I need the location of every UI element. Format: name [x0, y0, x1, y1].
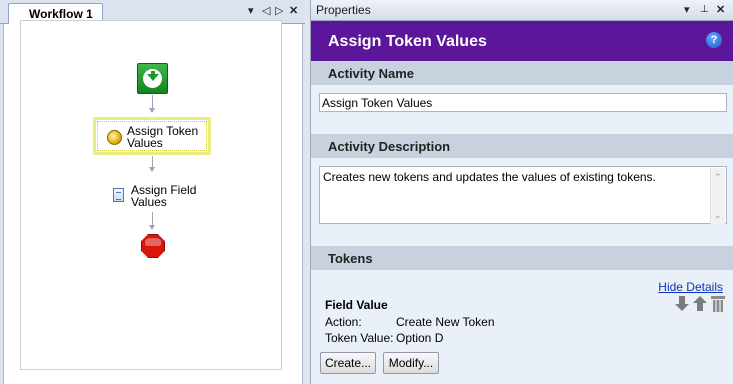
dropdown-icon[interactable]: ▾	[684, 3, 690, 17]
scroll-left-icon[interactable]: ◁	[262, 4, 270, 18]
connector-line	[152, 212, 153, 226]
connector-line	[152, 95, 153, 109]
dropdown-icon[interactable]: ▾	[248, 4, 254, 18]
connector-arrow-icon	[149, 167, 155, 172]
description-scrollbar[interactable]: ⌃ ⌄	[710, 168, 725, 224]
connector-arrow-icon	[149, 108, 155, 113]
create-button[interactable]: Create...	[320, 352, 376, 374]
page-title: Assign Token Values	[328, 33, 487, 50]
activity-description-field[interactable]: Creates new tokens and updates the value…	[319, 166, 727, 224]
tab-label: Workflow 1	[29, 7, 93, 21]
token-action-label: Action:	[325, 315, 362, 329]
connector-arrow-icon	[149, 225, 155, 230]
activity-node-label: Assign Field Values	[131, 183, 197, 209]
properties-titlebar: Properties ▾ ⊥ ✕	[311, 0, 733, 21]
pin-icon[interactable]: ⊥	[700, 3, 709, 17]
activity-node-assign-field-values[interactable]: Assign Field Values	[113, 184, 203, 214]
activity-node-assign-token-values[interactable]: Assign Token Values	[93, 117, 211, 155]
token-value-label: Token Value:	[325, 331, 394, 345]
coin-icon	[107, 130, 122, 145]
workflow-pane: Workflow 1 ▾ ◁ ▷ ✕ Assign Token Values A…	[0, 0, 305, 384]
section-tokens: Hide Details Field Value Action: Create …	[311, 270, 733, 384]
scroll-up-icon[interactable]: ⌃	[714, 170, 722, 184]
token-name: Field Value	[325, 298, 388, 312]
move-down-icon[interactable]	[675, 296, 689, 312]
move-up-icon[interactable]	[693, 296, 707, 312]
token-value: Option D	[396, 331, 444, 345]
description-text: Creates new tokens and updates the value…	[323, 170, 656, 184]
properties-header: Assign Token Values ?	[311, 21, 733, 61]
section-header-activity-name: Activity Name	[311, 61, 733, 85]
close-icon[interactable]: ✕	[289, 4, 298, 18]
document-icon	[113, 188, 124, 202]
modify-button[interactable]: Modify...	[383, 352, 439, 374]
activity-node-label: Assign Token Values	[127, 124, 199, 150]
section-activity-name	[311, 85, 733, 134]
activity-name-field[interactable]	[319, 93, 727, 112]
section-header-tokens: Tokens	[311, 246, 733, 270]
hide-details-link[interactable]: Hide Details	[658, 280, 723, 294]
token-action-value: Create New Token	[396, 315, 495, 329]
help-icon[interactable]: ?	[706, 32, 722, 48]
delete-icon[interactable]	[711, 296, 725, 312]
scroll-down-icon[interactable]: ⌄	[714, 208, 722, 222]
properties-pane: Properties ▾ ⊥ ✕ Assign Token Values ? A…	[310, 0, 733, 384]
section-activity-description: Creates new tokens and updates the value…	[311, 158, 733, 246]
stop-node-icon[interactable]	[141, 234, 165, 258]
scroll-right-icon[interactable]: ▷	[275, 4, 283, 18]
start-node-icon[interactable]	[137, 63, 168, 94]
section-header-activity-description: Activity Description	[311, 134, 733, 158]
close-icon[interactable]: ✕	[716, 3, 725, 17]
properties-title: Properties	[316, 3, 371, 17]
